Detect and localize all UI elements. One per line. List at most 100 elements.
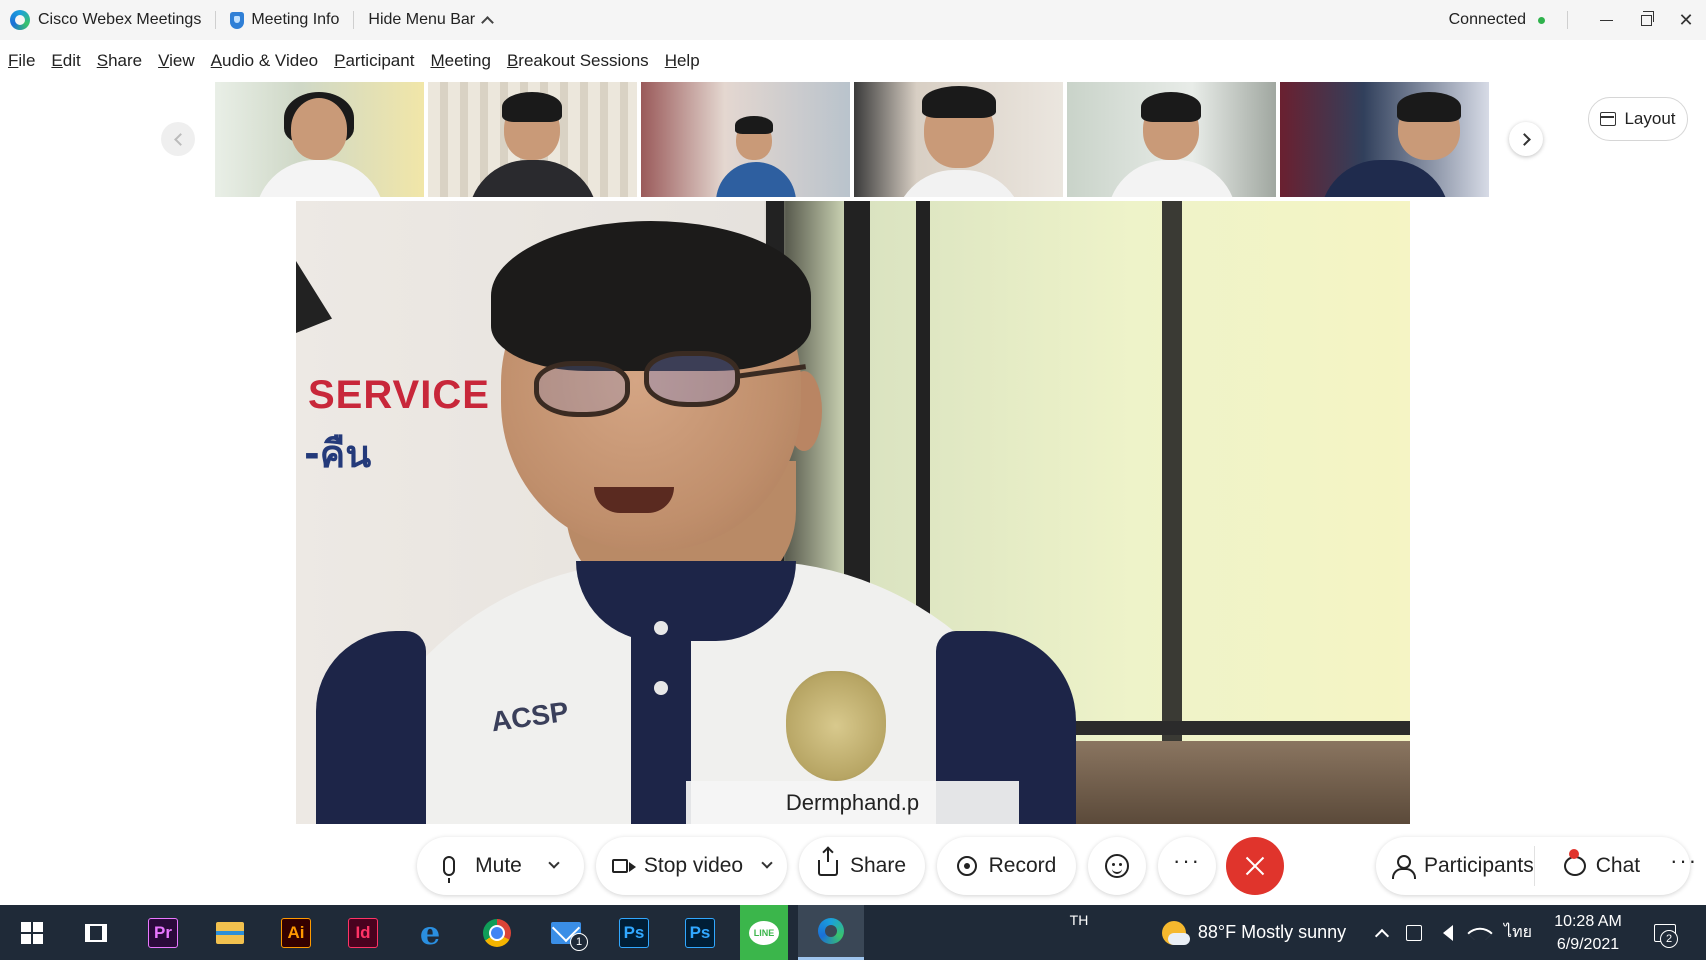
folder-icon [216,921,244,944]
menu-participant[interactable]: Participant [334,51,414,71]
participants-button[interactable]: Participants [1392,854,1534,879]
panel-more-button[interactable]: ··· [1670,848,1698,874]
start-button[interactable] [12,905,52,960]
chat-bubble-icon [1563,856,1586,876]
participant-thumbnail[interactable] [641,82,850,197]
app-title: Cisco Webex Meetings [0,10,201,30]
webex-logo-icon [10,10,30,30]
meeting-info-label: Meeting Info [251,11,340,28]
close-icon: ✕ [1678,9,1694,30]
sign-graphic [296,261,332,333]
line-icon: LINE [749,920,779,945]
close-icon [1245,856,1265,876]
show-hidden-icons-button[interactable] [1370,905,1394,960]
clock-date: 6/9/2021 [1556,935,1620,953]
taskbar-clock[interactable]: 10:28 AM 6/9/2021 [1548,905,1628,960]
taskbar-app-webex[interactable] [798,905,864,960]
mute-label: Mute [475,854,522,877]
thumbnails-next-button[interactable] [1509,122,1543,156]
meeting-info-button[interactable]: Meeting Info [230,11,339,29]
mail-badge: 1 [570,933,588,951]
reactions-button[interactable] [1088,837,1146,895]
sign-text-thai: -คืน [304,432,372,476]
photoshop-icon: Ps [619,917,649,948]
share-button[interactable]: Share [799,837,925,895]
taskbar-app-file-explorer[interactable] [210,905,250,960]
taskbar-app-mail[interactable]: 1 [544,905,588,960]
taskbar-app-internet-explorer[interactable]: e [410,905,450,960]
thumbnails-prev-button[interactable] [161,122,195,156]
mute-button[interactable]: Mute [417,837,584,895]
tray-device-icon[interactable] [1402,905,1426,960]
menu-help[interactable]: Help [665,51,700,71]
menu-view[interactable]: View [158,51,195,71]
premiere-icon: Pr [148,917,178,948]
chevron-down-icon[interactable] [761,857,773,869]
restore-button[interactable] [1626,0,1666,40]
chat-label: Chat [1595,854,1641,877]
menu-file[interactable]: File [8,51,35,71]
menu-share[interactable]: Share [97,51,142,71]
taskbar-app-illustrator[interactable]: Ai [276,905,316,960]
hide-menu-bar-label: Hide Menu Bar [368,11,476,28]
input-method[interactable]: ไทย [1500,905,1536,960]
menu-edit[interactable]: Edit [51,51,80,71]
chevron-down-icon[interactable] [548,857,560,869]
volume-button[interactable] [1436,905,1460,960]
menu-bar: File Edit Share View Audio & Video Parti… [0,44,716,78]
hide-menu-bar-button[interactable]: Hide Menu Bar [368,11,494,29]
microphone-icon [443,856,456,883]
layout-button[interactable]: Layout [1588,97,1688,141]
participant-thumbnail[interactable] [1067,82,1276,197]
restore-icon [1640,10,1654,26]
participant-thumbnail[interactable] [215,82,424,197]
panel-controls: Participants Chat ··· [1376,837,1696,895]
speaker-sleeve [316,631,426,824]
speaker-icon [1443,924,1453,941]
more-options-button[interactable]: ··· [1158,837,1216,895]
taskbar-app-line[interactable]: LINE [740,905,788,960]
layout-icon [1600,112,1617,126]
taskbar-app-premiere[interactable]: Pr [143,905,183,960]
title-divider [1567,11,1568,29]
leave-meeting-button[interactable] [1226,837,1284,895]
task-view-icon [85,923,107,942]
task-view-button[interactable] [76,905,116,960]
shirt-button [654,621,668,635]
menu-audio-video[interactable]: Audio & Video [211,51,318,71]
windows-taskbar: Pr Ai Id e 1 Ps Ps LINE TH 88°F Mostly s… [0,905,1706,960]
share-icon [817,848,838,876]
taskbar-app-chrome[interactable] [477,905,517,960]
speaker-glasses [644,351,740,407]
participant-thumbnail[interactable] [854,82,1063,197]
input-language[interactable]: TH [1064,905,1094,935]
taskbar-app-photoshop[interactable]: Ps [614,905,654,960]
weather-widget[interactable]: 88°F Mostly sunny [1154,905,1354,960]
record-button[interactable]: Record [937,837,1076,895]
stop-video-button[interactable]: Stop video [596,837,787,895]
internet-explorer-icon: e [419,913,441,952]
close-button[interactable]: ✕ [1666,0,1706,40]
title-right: Connected ✕ [1449,0,1706,40]
minimize-button[interactable] [1586,0,1626,40]
clock-time: 10:28 AM [1554,912,1622,930]
menu-breakout-sessions[interactable]: Breakout Sessions [507,51,649,71]
sign-text: SERVICE [308,373,490,417]
record-label: Record [988,854,1057,877]
share-label: Share [849,854,907,877]
participant-thumbnail[interactable] [428,82,637,197]
emoji-icon [1105,854,1129,878]
speaker-hair [491,221,811,371]
taskbar-app-indesign[interactable]: Id [343,905,383,960]
chevron-up-icon [481,16,494,29]
connection-status: Connected [1448,11,1526,28]
taskbar-app-photoshop-2[interactable]: Ps [680,905,720,960]
network-button[interactable] [1467,905,1493,960]
menu-meeting[interactable]: Meeting [430,51,491,71]
connection-dot-icon [1538,16,1545,24]
minimize-icon [1599,19,1613,21]
active-speaker-video[interactable]: SERVICE -คืน ACSP [296,201,1410,824]
chat-notification-dot-icon [1569,849,1579,859]
participant-thumbnail[interactable] [1280,82,1489,197]
title-divider [215,11,217,29]
